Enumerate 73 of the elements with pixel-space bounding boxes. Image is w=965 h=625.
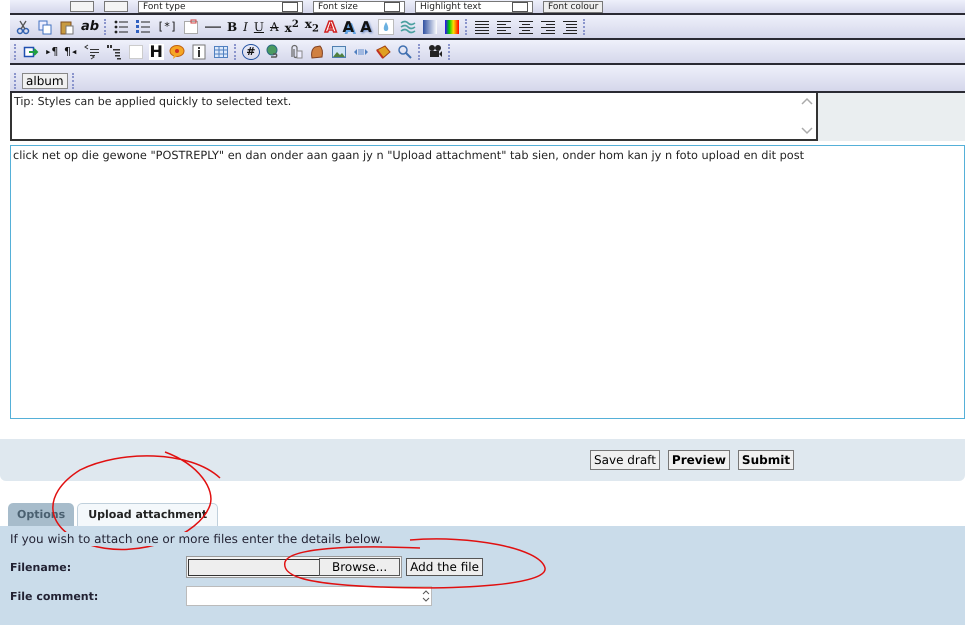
format-button[interactable]: I: [242, 18, 249, 34]
info-button[interactable]: [190, 42, 208, 60]
field-label: File comment:: [10, 590, 100, 602]
blank-square-icon: [128, 44, 144, 60]
align-left-icon: [496, 18, 512, 34]
small-button[interactable]: [104, 1, 128, 12]
action-button[interactable]: Submit: [738, 450, 794, 470]
rainbow-button[interactable]: [442, 18, 461, 36]
comment-field[interactable]: [186, 586, 432, 606]
format-button[interactable]: ab: [80, 18, 100, 34]
bullet-list-button[interactable]: [112, 18, 130, 36]
search-icon: [396, 44, 413, 60]
format-button[interactable]: #: [242, 44, 260, 60]
table-icon: [212, 44, 229, 60]
browse-button[interactable]: Browse...: [319, 558, 400, 576]
numbered-list-icon: [135, 18, 152, 34]
action-button[interactable]: Preview: [668, 450, 730, 470]
add-file-button[interactable]: Add the file: [406, 558, 483, 576]
quote-icon: [106, 44, 122, 60]
format-button[interactable]: x$^{2}$: [284, 17, 300, 36]
search-button[interactable]: [396, 42, 414, 60]
file-input[interactable]: Browse...: [186, 556, 402, 578]
format-button[interactable]: ▸¶: [44, 44, 60, 60]
page-icon: [182, 18, 199, 34]
field-label: Filename:: [10, 560, 72, 574]
align-right-icon: [540, 18, 556, 34]
image-icon: [330, 44, 347, 60]
format-button[interactable]: U: [252, 18, 265, 34]
scissors-icon: [15, 18, 31, 34]
copy-icon: [37, 18, 53, 34]
format-button[interactable]: ¶◂: [63, 44, 78, 60]
page-button[interactable]: [182, 18, 200, 36]
marker-icon: [374, 44, 391, 60]
speech-bubble-icon: [168, 44, 185, 60]
message-textarea[interactable]: click net op die gewone "POSTREPLY" en dan onder aan gaan jy n "Upload attachment" tab sien, onder hom kan jy n foto upload en dit post: [10, 145, 965, 419]
intro-text: If you wish to attach one or more files enter the details below.: [10, 532, 384, 546]
code-button[interactable]: [82, 42, 100, 60]
copy-button[interactable]: [36, 18, 54, 36]
dropdown[interactable]: Font size: [313, 0, 405, 12]
spinner-icon[interactable]: [421, 588, 431, 604]
format-button[interactable]: H: [148, 44, 164, 60]
gradient-icon: [422, 18, 438, 34]
paste-icon: [59, 18, 75, 34]
dropdown[interactable]: Highlight text: [415, 0, 533, 12]
film-camera-icon: [426, 44, 443, 60]
format-button[interactable]: x$_{2}$: [304, 16, 320, 38]
gradient-button[interactable]: [420, 18, 439, 36]
format-button[interactable]: B: [226, 18, 238, 34]
horizontal-line-icon: [204, 26, 221, 28]
small-button[interactable]: [70, 1, 94, 12]
format-button[interactable]: A: [342, 18, 356, 34]
format-button[interactable]: A: [268, 18, 280, 34]
action-button[interactable]: Save draft: [590, 450, 660, 470]
numbered-list-button[interactable]: [134, 18, 152, 36]
tip-text: Tip: Styles can be applied quickly to selected text.: [14, 95, 292, 110]
indent-icon: [562, 18, 578, 34]
info-icon: [190, 44, 207, 60]
bullet-list-icon: [113, 18, 130, 34]
font-colour-button[interactable]: Font colour: [543, 0, 604, 12]
marker-button[interactable]: [374, 42, 392, 60]
format-button[interactable]: A: [359, 18, 373, 34]
speech-bubble-button[interactable]: [168, 42, 186, 60]
hand-icon: [308, 44, 325, 60]
code-icon: [84, 44, 100, 60]
waves-icon: [400, 18, 416, 34]
format-button[interactable]: [*]: [156, 18, 178, 34]
quote-button[interactable]: [104, 42, 122, 60]
drop-icon: [378, 18, 394, 34]
align-center-icon: [518, 18, 534, 34]
dropdown[interactable]: Font type: [138, 0, 303, 12]
rainbow-icon: [444, 18, 460, 34]
album-button[interactable]: album: [22, 73, 68, 89]
justify-icon: [474, 18, 490, 34]
